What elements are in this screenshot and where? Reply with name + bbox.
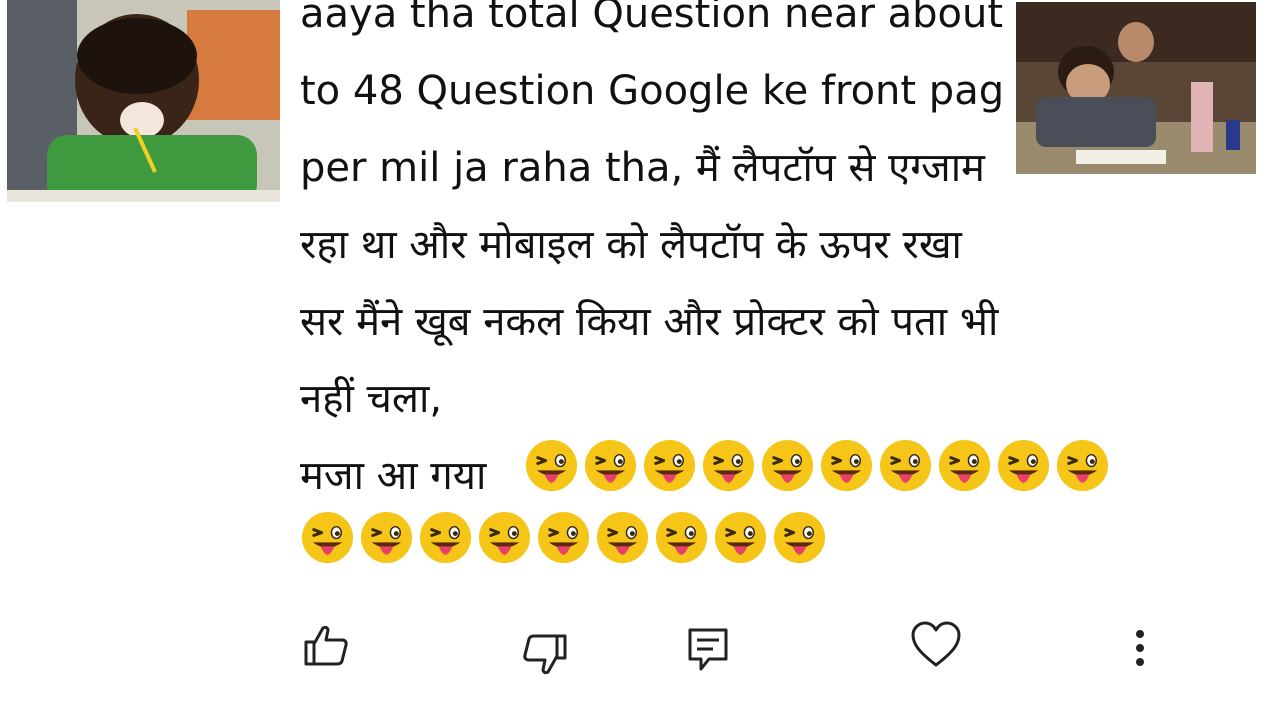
comment-line: per mil ja raha tha, मैं लैपटॉप से एग्जा…: [300, 145, 985, 191]
like-button[interactable]: [296, 615, 356, 675]
comment-action-bar: [0, 615, 1280, 685]
comment-line: रहा था और मोबाइल को लैपटॉप के ऊपर रखा: [300, 222, 962, 268]
comment-line: to 48 Question Google ke front pag: [300, 68, 1005, 114]
reply-button[interactable]: [678, 620, 738, 680]
winking-tongue-emoji: [820, 439, 873, 492]
winking-tongue-emoji: [525, 439, 578, 492]
winking-tongue-emoji: [761, 439, 814, 492]
winking-tongue-emoji: [584, 439, 637, 492]
emoji-row-1: [524, 438, 1110, 493]
comment-line: नहीं चला,: [300, 376, 443, 422]
winking-tongue-emoji: [596, 511, 649, 564]
emoji-row-2: [300, 510, 827, 565]
dislike-button[interactable]: [515, 625, 575, 685]
more-options-button[interactable]: [1110, 618, 1170, 678]
comment-line: सर मैंने खूब नकल किया और प्रोक्टर को पता…: [300, 299, 999, 345]
winking-tongue-emoji: [997, 439, 1050, 492]
winking-tongue-emoji: [1056, 439, 1109, 492]
exam-copying-meme-image: [1016, 2, 1256, 174]
winking-tongue-emoji: [773, 511, 826, 564]
thumbs-up-icon: [304, 625, 348, 666]
winking-tongue-emoji: [537, 511, 590, 564]
heart-button[interactable]: [906, 615, 966, 675]
winking-tongue-emoji: [478, 511, 531, 564]
winking-tongue-emoji: [419, 511, 472, 564]
heart-icon: [911, 621, 961, 667]
winking-tongue-emoji: [643, 439, 696, 492]
winking-tongue-emoji: [702, 439, 755, 492]
winking-tongue-emoji: [301, 511, 354, 564]
winking-tongue-emoji: [714, 511, 767, 564]
more-vertical-icon: [1136, 630, 1144, 666]
winking-tongue-emoji: [655, 511, 708, 564]
reply-icon: [688, 628, 728, 671]
kid-laughing-meme-image: [7, 0, 280, 202]
winking-tongue-emoji: [938, 439, 991, 492]
thumbs-down-icon: [523, 634, 567, 675]
winking-tongue-emoji: [879, 439, 932, 492]
comment-line: aaya tha total Question near about: [300, 0, 1004, 37]
winking-tongue-emoji: [360, 511, 413, 564]
